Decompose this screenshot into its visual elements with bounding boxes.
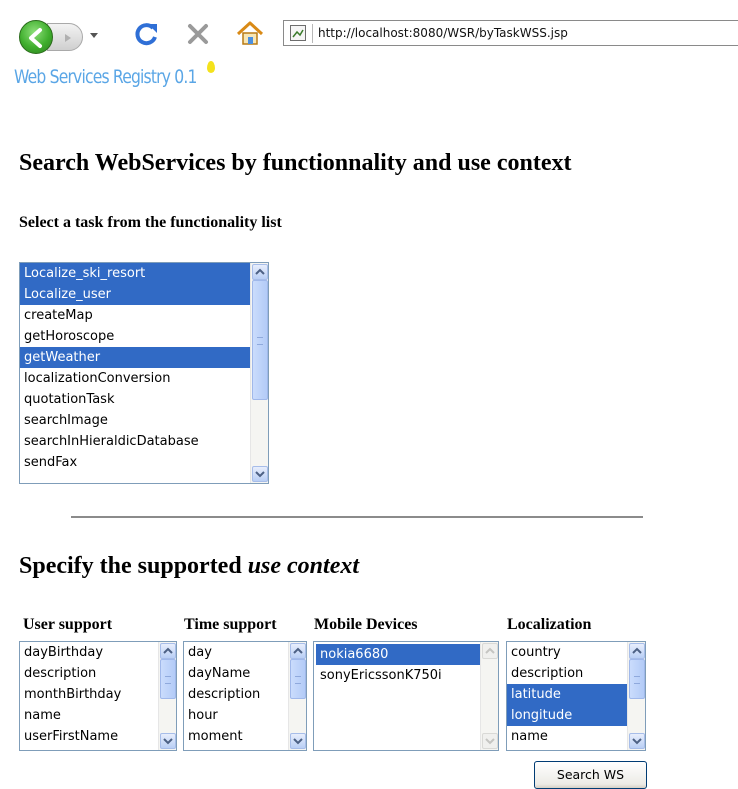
back-button[interactable] [19,20,53,54]
context-title: Specify the supported use context [19,553,360,579]
time-support-items: day dayName description hour moment [184,642,288,747]
list-item[interactable]: quotationTask [20,389,250,410]
list-item[interactable]: name [20,705,158,726]
mobile-devices-label: Mobile Devices [314,616,418,633]
list-item[interactable]: localizationConversion [20,368,250,389]
home-icon[interactable] [234,18,266,50]
scroll-up-button [482,643,498,659]
scroll-thumb[interactable] [629,659,645,699]
scroll-up-button[interactable] [252,264,268,280]
list-item[interactable]: description [20,663,158,684]
list-item[interactable]: userFirstName [20,726,158,747]
address-bar[interactable]: http://localhost:8080/WSR/byTaskWSS.jsp [283,20,738,46]
list-item[interactable]: dayBirthday [20,642,158,663]
user-support-items: dayBirthday description monthBirthday name u… [20,642,158,747]
user-support-listbox[interactable]: dayBirthday description monthBirthday name u… [19,641,177,751]
stop-icon[interactable] [182,18,214,50]
list-item[interactable]: name [507,726,627,747]
scroll-up-button[interactable] [629,643,645,659]
registry-logo: Web Services Registry 0.1 [14,66,197,88]
list-item[interactable]: createMap [20,305,250,326]
mobile-devices-scrollbar [480,642,498,750]
task-list-label: Select a task from the functionality lis… [19,214,282,231]
scroll-up-button[interactable] [290,643,306,659]
list-item[interactable]: sonyEricssonK750i [316,665,480,686]
url-text[interactable]: http://localhost:8080/WSR/byTaskWSS.jsp [318,26,568,40]
page-icon [290,25,306,41]
back-arrow-icon [29,28,42,48]
task-listbox[interactable]: Localize_ski_resort Localize_user createMa… [19,262,269,484]
list-item[interactable]: Localize_ski_resort [20,263,250,284]
list-item[interactable]: dayName [184,663,288,684]
horizontal-divider [71,516,643,518]
reload-icon[interactable] [131,18,163,50]
localization-items: country description latitude longitude name [507,642,627,747]
mobile-devices-listbox[interactable]: nokia6680 sonyEricssonK750i [313,641,499,751]
scroll-down-button[interactable] [252,466,268,482]
list-item[interactable]: latitude [507,684,627,705]
list-item[interactable]: nokia6680 [316,644,480,665]
scroll-down-button[interactable] [160,733,176,749]
mobile-devices-items: nokia6680 sonyEricssonK750i [316,644,480,686]
list-item[interactable]: getWeather [20,347,250,368]
scroll-thumb[interactable] [290,659,306,699]
browser-toolbar: http://localhost:8080/WSR/byTaskWSS.jsp [0,0,738,62]
time-support-label: Time support [184,616,277,633]
localization-scrollbar[interactable] [627,642,645,750]
scroll-down-button [482,733,498,749]
scroll-thumb[interactable] [252,280,268,400]
scroll-up-button[interactable] [160,643,176,659]
list-item[interactable]: country [507,642,627,663]
dropdown-icon[interactable] [90,33,98,38]
localization-listbox[interactable]: country description latitude longitude name [506,641,646,751]
page-title: Search WebServices by functionnality and… [19,150,572,176]
list-item[interactable]: moment [184,726,288,747]
time-support-listbox[interactable]: day dayName description hour moment [183,641,307,751]
time-support-scrollbar[interactable] [288,642,306,750]
logo-drop-icon [207,61,215,73]
address-separator [312,24,313,43]
list-item[interactable]: getHoroscope [20,326,250,347]
task-list-scrollbar[interactable] [250,263,268,483]
list-item[interactable]: hour [184,705,288,726]
list-item[interactable]: sendFax [20,452,250,473]
list-item[interactable]: longitude [507,705,627,726]
list-item[interactable]: monthBirthday [20,684,158,705]
scroll-thumb[interactable] [160,659,176,699]
task-list-items: Localize_ski_resort Localize_user createMa… [20,263,250,473]
user-support-scrollbar[interactable] [158,642,176,750]
list-item[interactable]: Localize_user [20,284,250,305]
list-item[interactable]: searchInHieraldicDatabase [20,431,250,452]
scroll-down-button[interactable] [629,733,645,749]
list-item[interactable]: description [507,663,627,684]
scroll-down-button[interactable] [290,733,306,749]
localization-label: Localization [507,616,592,633]
list-item[interactable]: day [184,642,288,663]
list-item[interactable]: searchImage [20,410,250,431]
user-support-label: User support [23,616,113,633]
list-item[interactable]: description [184,684,288,705]
